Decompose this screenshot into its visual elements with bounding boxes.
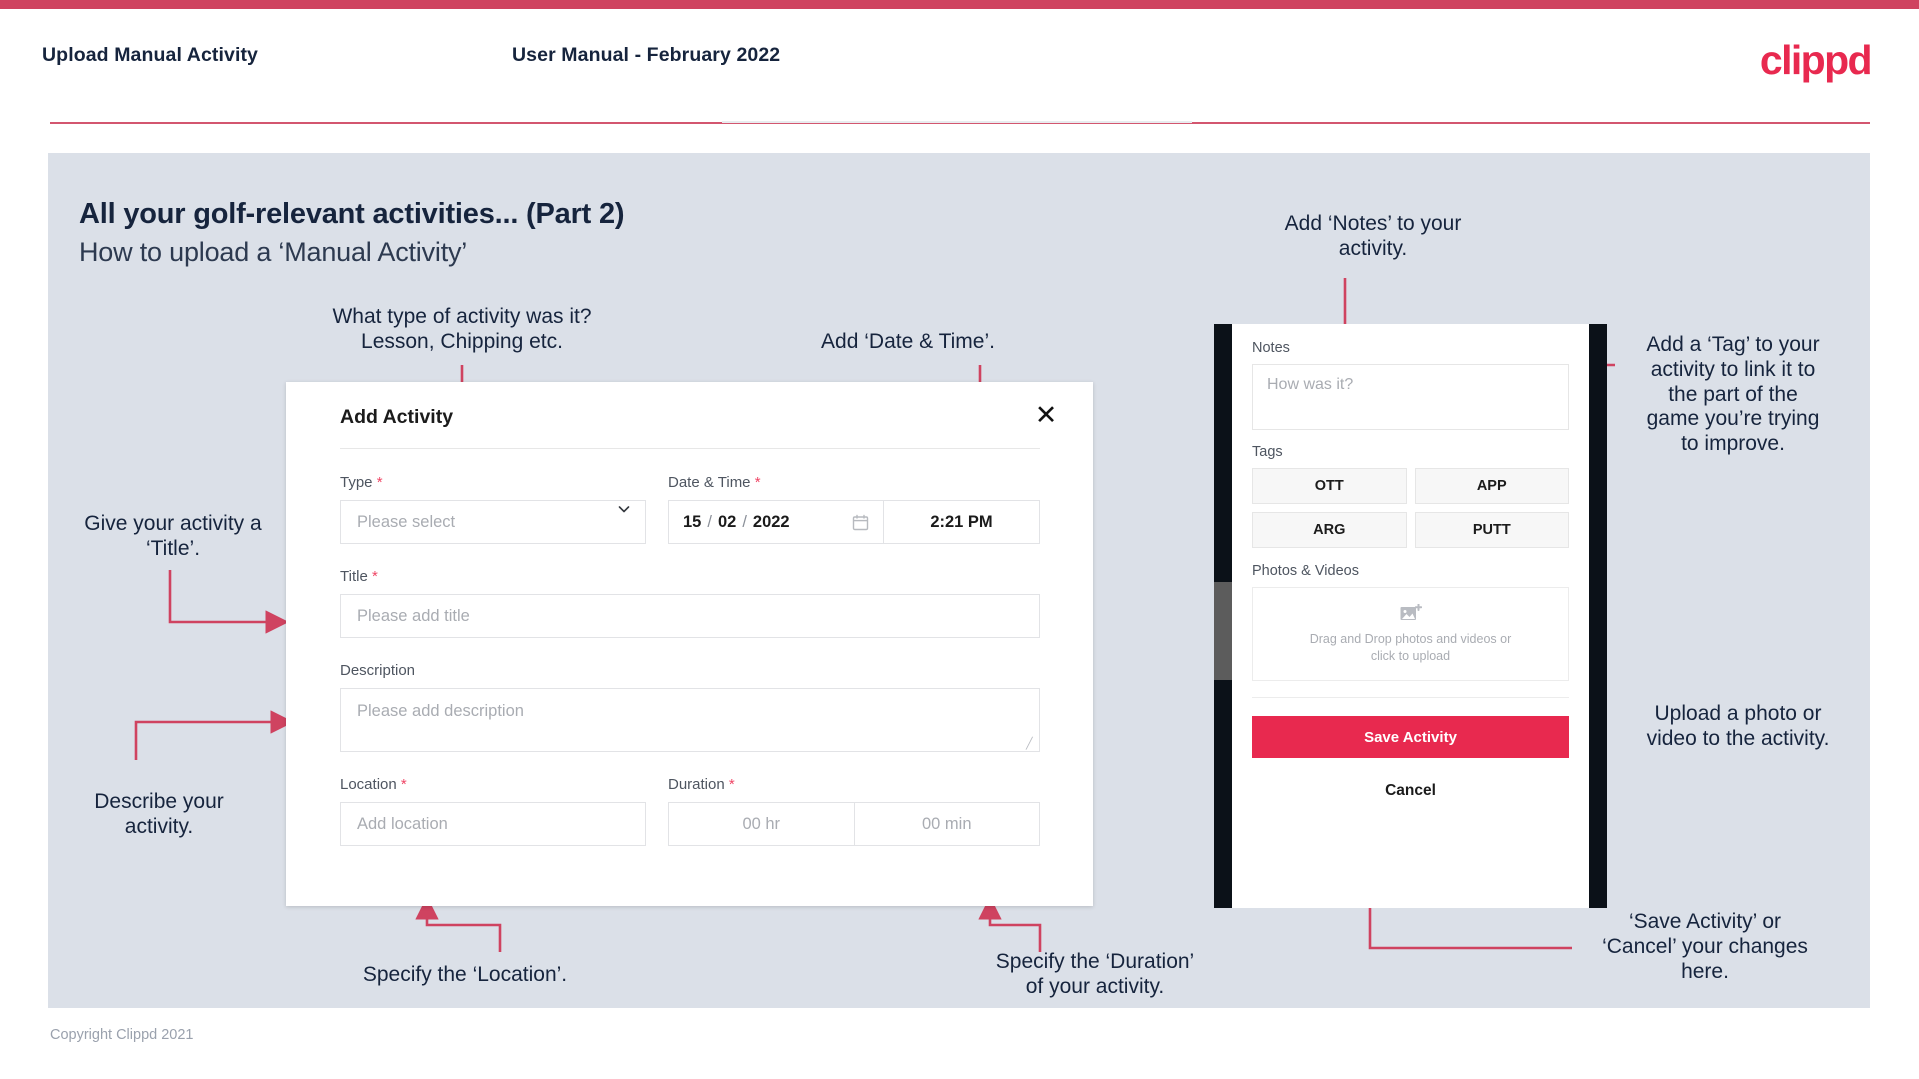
- notes-textarea[interactable]: How was it?: [1252, 364, 1569, 430]
- annotation-type: What type of activity was it? Lesson, Ch…: [332, 305, 592, 353]
- field-description: Description Please add description ╱: [340, 662, 1040, 752]
- duration-minutes-input[interactable]: 00 min: [854, 802, 1040, 846]
- title-input[interactable]: Please add title: [340, 594, 1040, 638]
- tag-arg[interactable]: ARG: [1252, 512, 1407, 548]
- tags-grid: OTT APP ARG PUTT: [1252, 468, 1569, 548]
- label-location: Location *: [340, 776, 407, 793]
- annotation-save: ‘Save Activity’ or ‘Cancel’ your changes…: [1602, 910, 1808, 983]
- header-center-title: User Manual - February 2022: [512, 44, 781, 66]
- label-tags: Tags: [1252, 444, 1283, 460]
- type-placeholder: Please select: [357, 512, 456, 531]
- chevron-down-icon: [618, 506, 630, 513]
- phone-left-bezel: [1214, 324, 1232, 908]
- field-duration: Duration * 00 hr 00 min: [668, 776, 1040, 846]
- annotation-datetime: Add ‘Date & Time’.: [821, 330, 995, 353]
- annotation-location: Specify the ‘Location’.: [362, 963, 568, 986]
- label-datetime: Date & Time *: [668, 474, 761, 491]
- phone-mockup: Notes How was it? Tags OTT APP ARG PUTT …: [1214, 324, 1607, 908]
- date-sep-2: /: [742, 512, 747, 531]
- phone-divider: [1252, 697, 1569, 698]
- close-icon[interactable]: ✕: [1027, 396, 1065, 434]
- date-day: 15: [683, 512, 702, 531]
- save-activity-button[interactable]: Save Activity: [1252, 716, 1569, 758]
- dropzone-text: Drag and Drop photos and videos or click…: [1310, 631, 1512, 665]
- label-type: Type *: [340, 474, 383, 491]
- annotation-description: Describe your activity.: [94, 790, 224, 838]
- date-month: 02: [717, 512, 737, 531]
- field-type: Type * Please select: [340, 474, 646, 544]
- dropzone-line-1: Drag and Drop photos and videos or: [1309, 631, 1512, 646]
- date-input[interactable]: 15 / 02 / 2022: [668, 500, 883, 544]
- label-notes: Notes: [1252, 340, 1290, 356]
- field-datetime: Date & Time * 15 / 02 / 2022 2:21 PM: [668, 474, 1040, 544]
- dialog-title: Add Activity: [340, 406, 454, 428]
- description-textarea[interactable]: Please add description ╱: [340, 688, 1040, 752]
- label-photos-videos: Photos & Videos: [1252, 563, 1359, 579]
- annotation-photos: Upload a photo or video to the activity.: [1646, 702, 1830, 750]
- time-input[interactable]: 2:21 PM: [883, 500, 1040, 544]
- resize-grip-icon[interactable]: ╱: [1026, 739, 1036, 750]
- annotation-tags: Add a ‘Tag’ to your activity to link it …: [1646, 333, 1820, 456]
- label-description: Description: [340, 662, 416, 679]
- phone-side-button: [1214, 582, 1232, 680]
- copyright-text: Copyright Clippd 2021: [50, 1027, 194, 1043]
- phone-right-bezel: [1589, 324, 1607, 908]
- header-left-title: Upload Manual Activity: [42, 44, 259, 66]
- date-year: 2022: [752, 512, 790, 531]
- slide-title-primary: All your golf-relevant activities... (Pa…: [79, 198, 625, 230]
- field-title: Title * Please add title: [340, 568, 1040, 638]
- dropzone-line-2: click to upload: [1370, 648, 1451, 663]
- tag-app[interactable]: APP: [1414, 468, 1569, 504]
- label-duration: Duration *: [668, 776, 735, 793]
- tag-ott[interactable]: OTT: [1252, 468, 1407, 504]
- calendar-icon[interactable]: [852, 514, 869, 531]
- field-location: Location * Add location: [340, 776, 646, 846]
- top-accent-bar: [0, 0, 1919, 9]
- location-input[interactable]: Add location: [340, 802, 646, 846]
- tag-putt[interactable]: PUTT: [1414, 512, 1569, 548]
- type-select[interactable]: Please select: [340, 500, 646, 544]
- activity-form: Type * Please select Date & Time * 15 /: [340, 474, 1040, 846]
- slide-title-secondary: How to upload a ‘Manual Activity’: [79, 237, 468, 267]
- date-sep-1: /: [707, 512, 712, 531]
- add-image-icon: [1400, 603, 1422, 620]
- dialog-divider: [340, 448, 1040, 449]
- dialog-header: Add Activity ✕: [286, 382, 1093, 448]
- header-divider-light: [722, 121, 1192, 123]
- clippd-logo: clippd: [1759, 37, 1873, 83]
- photo-video-dropzone[interactable]: Drag and Drop photos and videos or click…: [1252, 587, 1569, 681]
- annotation-duration: Specify the ‘Duration’ of your activity.: [995, 950, 1195, 998]
- phone-screen: Notes How was it? Tags OTT APP ARG PUTT …: [1232, 324, 1589, 908]
- description-placeholder: Please add description: [357, 702, 524, 720]
- duration-hours-input[interactable]: 00 hr: [668, 802, 855, 846]
- annotation-title: Give your activity a ‘Title’.: [84, 512, 262, 560]
- add-activity-dialog: Add Activity ✕ Type * Please select Date: [286, 382, 1093, 906]
- label-title: Title *: [340, 568, 378, 585]
- cancel-button[interactable]: Cancel: [1252, 782, 1569, 800]
- annotation-notes: Add ‘Notes’ to your activity.: [1284, 212, 1462, 260]
- slide-root: Upload Manual Activity User Manual - Feb…: [0, 0, 1919, 1079]
